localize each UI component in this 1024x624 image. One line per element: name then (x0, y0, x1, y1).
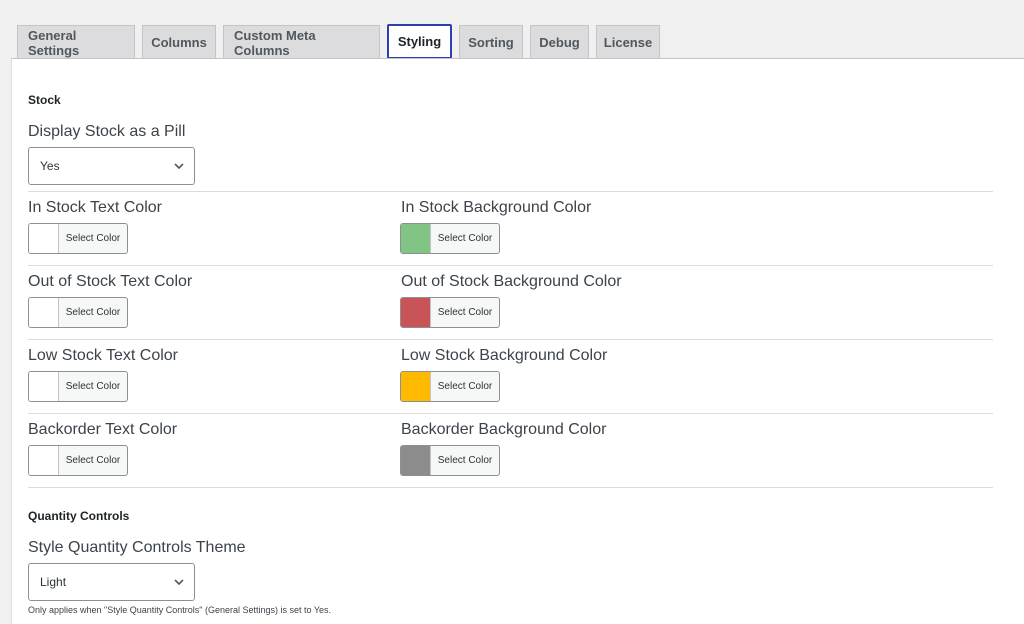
select-color-label: Select Color (437, 233, 493, 244)
tab-custom-meta-columns[interactable]: Custom Meta Columns (223, 25, 380, 59)
section-title-quantity-controls: Quantity Controls (28, 509, 130, 523)
tab-sorting[interactable]: Sorting (459, 25, 523, 59)
color-swatch (29, 224, 59, 253)
color-swatch (401, 446, 431, 475)
backorder-bg-color-button[interactable]: Select Color (400, 445, 500, 476)
section-title-stock: Stock (28, 93, 61, 107)
chevron-down-icon (174, 163, 184, 170)
low-stock-text-color-button[interactable]: Select Color (28, 371, 128, 402)
in-stock-bg-color-label: In Stock Background Color (401, 199, 592, 216)
settings-tabs: General Settings Columns Custom Meta Col… (17, 24, 660, 59)
divider (28, 339, 993, 340)
tab-general-settings[interactable]: General Settings (17, 25, 135, 59)
in-stock-text-color-button[interactable]: Select Color (28, 223, 128, 254)
in-stock-bg-color-button[interactable]: Select Color (400, 223, 500, 254)
tab-debug[interactable]: Debug (530, 25, 589, 59)
select-color-label: Select Color (437, 455, 493, 466)
divider (28, 191, 993, 192)
color-swatch (29, 372, 59, 401)
select-color-label: Select Color (65, 307, 121, 318)
in-stock-text-color-label: In Stock Text Color (28, 199, 162, 216)
color-swatch (401, 298, 431, 327)
tab-license[interactable]: License (596, 25, 660, 59)
backorder-text-color-button[interactable]: Select Color (28, 445, 128, 476)
select-color-label: Select Color (437, 381, 493, 392)
out-of-stock-bg-color-button[interactable]: Select Color (400, 297, 500, 328)
pill-select[interactable]: Yes (28, 147, 195, 185)
color-swatch (29, 446, 59, 475)
out-of-stock-bg-color-label: Out of Stock Background Color (401, 273, 622, 290)
pill-label: Display Stock as a Pill (28, 123, 186, 140)
backorder-text-color-label: Backorder Text Color (28, 421, 178, 438)
out-of-stock-text-color-button[interactable]: Select Color (28, 297, 128, 328)
backorder-bg-color-label: Backorder Background Color (401, 421, 607, 438)
tab-styling[interactable]: Styling (387, 24, 452, 59)
quantity-theme-select[interactable]: Light (28, 563, 195, 601)
select-color-label: Select Color (437, 307, 493, 318)
chevron-down-icon (174, 579, 184, 586)
color-swatch (401, 224, 431, 253)
divider (28, 413, 993, 414)
low-stock-bg-color-button[interactable]: Select Color (400, 371, 500, 402)
low-stock-bg-color-label: Low Stock Background Color (401, 347, 608, 364)
color-swatch (401, 372, 431, 401)
color-swatch (29, 298, 59, 327)
out-of-stock-text-color-label: Out of Stock Text Color (28, 273, 193, 290)
select-color-label: Select Color (65, 381, 121, 392)
quantity-theme-label: Style Quantity Controls Theme (28, 539, 246, 556)
pill-select-value: Yes (40, 159, 60, 173)
quantity-theme-note: Only applies when "Style Quantity Contro… (28, 605, 332, 615)
quantity-theme-value: Light (40, 575, 67, 589)
low-stock-text-color-label: Low Stock Text Color (28, 347, 178, 364)
divider (28, 265, 993, 266)
tab-columns[interactable]: Columns (142, 25, 216, 59)
select-color-label: Select Color (65, 455, 121, 466)
select-color-label: Select Color (65, 233, 121, 244)
divider (28, 487, 993, 488)
